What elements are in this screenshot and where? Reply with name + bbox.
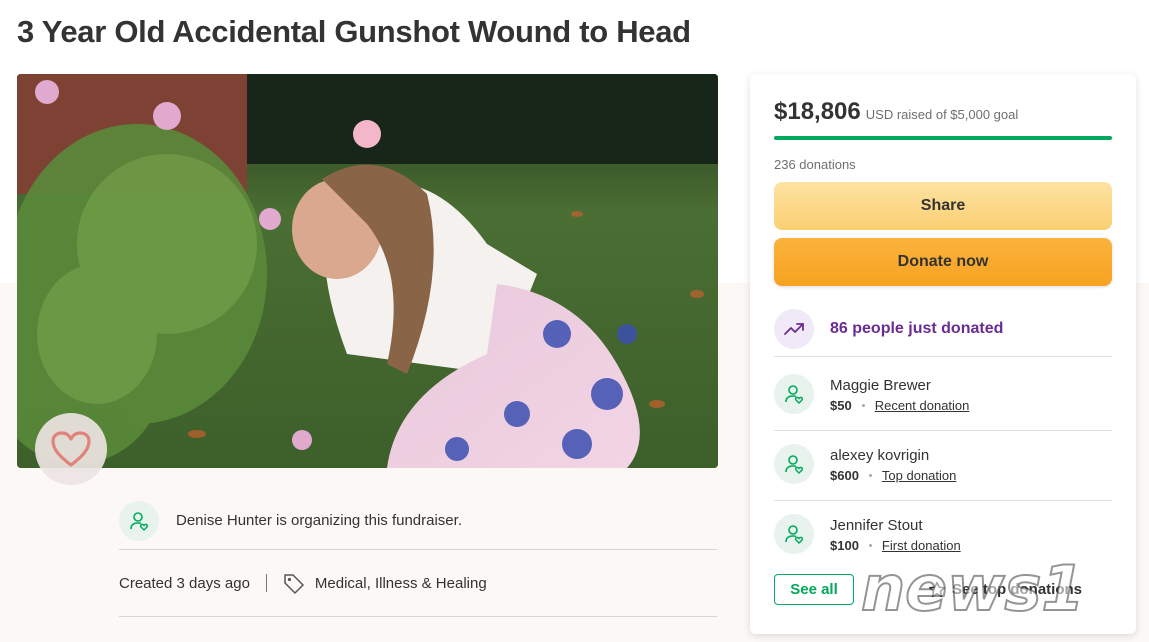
- donate-now-button[interactable]: Donate now: [774, 238, 1112, 286]
- donor-avatar: [774, 514, 814, 554]
- organizer-avatar: [119, 500, 159, 541]
- organizer-row: Denise Hunter is organizing this fundrai…: [119, 492, 717, 550]
- trending-up-icon: [784, 323, 804, 335]
- user-heart-icon: [785, 455, 804, 474]
- donor-name: Jennifer Stout: [830, 517, 923, 534]
- donor-item: Maggie Brewer $50 Recent donation: [774, 360, 1112, 431]
- separator-dot: [868, 474, 872, 477]
- user-heart-icon: [785, 385, 804, 404]
- raised-summary: $18,806 USD raised of $5,000 goal: [774, 98, 1018, 126]
- donor-amount: $50: [830, 398, 852, 413]
- donor-amount: $600: [830, 468, 859, 483]
- goal-text: USD raised of $5,000 goal: [865, 107, 1019, 122]
- news1-watermark: news1: [860, 551, 1086, 626]
- donor-avatar: [774, 444, 814, 484]
- page-title: 3 Year Old Accidental Gunshot Wound to H…: [17, 14, 691, 49]
- donation-count: 236 donations: [774, 157, 856, 172]
- user-heart-icon: [130, 511, 149, 531]
- organizer-text: Denise Hunter is organizing this fundrai…: [176, 512, 462, 529]
- raised-amount: $18,806: [774, 98, 861, 125]
- donor-name: alexey kovrigin: [830, 447, 930, 464]
- trending-row: 86 people just donated: [774, 302, 1112, 357]
- category-label: Medical, Illness & Healing: [314, 574, 487, 592]
- hero-image: [17, 74, 718, 468]
- created-date: Created 3 days ago: [119, 574, 250, 592]
- share-button[interactable]: Share: [774, 182, 1112, 230]
- user-heart-icon: [785, 525, 804, 544]
- donor-item: alexey kovrigin $600 Top donation: [774, 430, 1112, 501]
- watermark-text: news1: [861, 552, 1085, 625]
- see-all-button[interactable]: See all: [774, 574, 854, 605]
- donor-name: Maggie Brewer: [830, 377, 931, 394]
- trend-icon-circle: [774, 309, 814, 349]
- meta-row: Created 3 days ago Medical, Illness & He…: [119, 550, 717, 617]
- favorite-button[interactable]: [35, 413, 107, 485]
- separator-dot: [861, 404, 865, 407]
- donor-tag-link[interactable]: Recent donation: [875, 398, 970, 413]
- progress-bar: [774, 136, 1112, 140]
- meta-divider: [265, 574, 267, 592]
- category-link[interactable]: Medical, Illness & Healing: [283, 572, 487, 594]
- tag-icon: [284, 574, 304, 594]
- progress-fill: [774, 136, 1112, 140]
- heart-icon: [51, 431, 91, 467]
- girl-smelling-flowers-photo: [17, 74, 718, 468]
- donor-avatar: [774, 374, 814, 414]
- trending-text: 86 people just donated: [830, 320, 1004, 337]
- donor-tag-link[interactable]: Top donation: [882, 468, 956, 483]
